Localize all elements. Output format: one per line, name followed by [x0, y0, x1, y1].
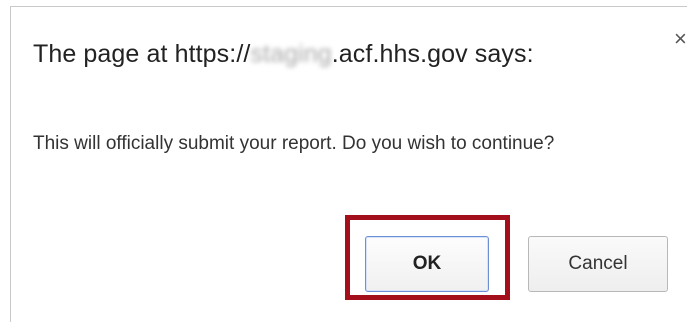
dialog-title-prefix: The page at https://: [33, 40, 251, 68]
dialog-title-suffix: .acf.hhs.gov says:: [331, 40, 534, 68]
dialog-left-border: [10, 6, 11, 322]
cancel-button[interactable]: Cancel: [528, 236, 668, 292]
redacted-subdomain: staging: [250, 40, 332, 68]
dialog-message: This will officially submit your report.…: [33, 133, 555, 154]
ok-button[interactable]: OK: [365, 236, 489, 292]
dialog-top-border: [10, 6, 687, 7]
close-icon[interactable]: ×: [674, 28, 687, 50]
alert-dialog: The page at https://staging.acf.hhs.gov …: [0, 0, 687, 322]
dialog-title: The page at https://staging.acf.hhs.gov …: [33, 40, 534, 69]
